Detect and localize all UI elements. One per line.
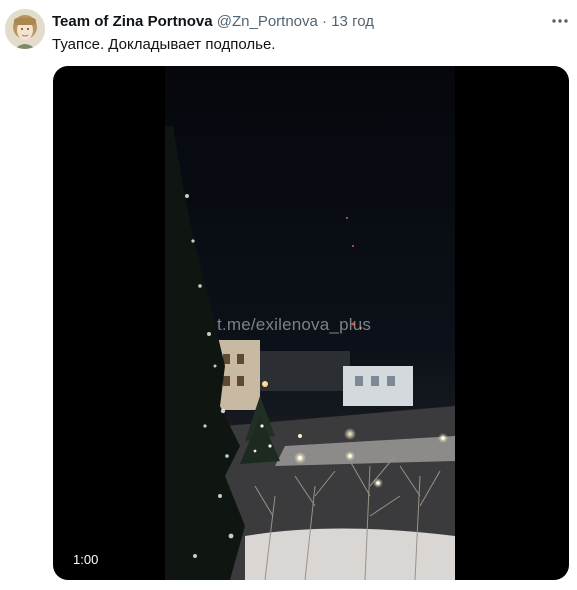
author-name[interactable]: Team of Zina Portnova — [52, 13, 213, 30]
tweet-header: Team of Zina Portnova @Zn_Portnova · 13 … — [52, 13, 374, 31]
video-watermark: t.me/exilenova_plus — [217, 315, 372, 334]
video-player[interactable]: t.me/exilenova_plus 1:00 — [53, 66, 569, 580]
tweet: Team of Zina Portnova @Zn_Portnova · 13 … — [0, 0, 577, 590]
avatar-portrait — [5, 9, 45, 49]
video-duration-badge: 1:00 — [69, 550, 103, 570]
more-icon[interactable] — [547, 8, 573, 34]
separator-dot: · — [322, 13, 328, 30]
more-horizontal-icon — [552, 19, 568, 23]
avatar[interactable] — [5, 9, 45, 49]
tweet-text: Туапсе. Докладывает подполье. — [52, 36, 276, 53]
author-handle[interactable]: @Zn_Portnova — [217, 13, 318, 30]
timestamp[interactable]: 13 год — [331, 13, 374, 30]
